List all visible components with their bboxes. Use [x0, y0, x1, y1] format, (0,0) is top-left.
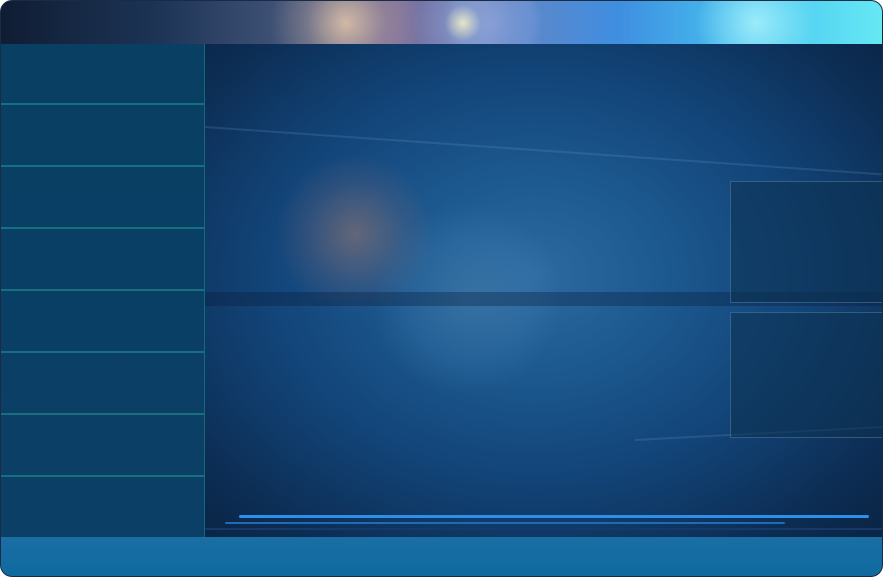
- sidebar-item-2[interactable]: [1, 106, 204, 167]
- app-window: [0, 0, 883, 577]
- logo-pane-bottom: [730, 312, 882, 438]
- logo-pane-top: [730, 181, 882, 303]
- main-content-area: [205, 44, 882, 537]
- sidebar-item-3[interactable]: [1, 168, 204, 229]
- light-beam: [205, 126, 882, 177]
- sidebar-item-8[interactable]: [1, 478, 204, 537]
- title-bar[interactable]: [1, 1, 882, 44]
- sidebar: [1, 44, 205, 537]
- sidebar-item-7[interactable]: [1, 416, 204, 477]
- sidebar-item-4[interactable]: [1, 230, 204, 291]
- sidebar-item-6[interactable]: [1, 354, 204, 415]
- accent-stripe: [225, 522, 785, 524]
- status-bar: [1, 537, 882, 576]
- sidebar-item-5[interactable]: [1, 292, 204, 353]
- accent-stripe: [239, 515, 869, 518]
- sidebar-item-1[interactable]: [1, 44, 204, 105]
- accent-stripe: [205, 528, 882, 530]
